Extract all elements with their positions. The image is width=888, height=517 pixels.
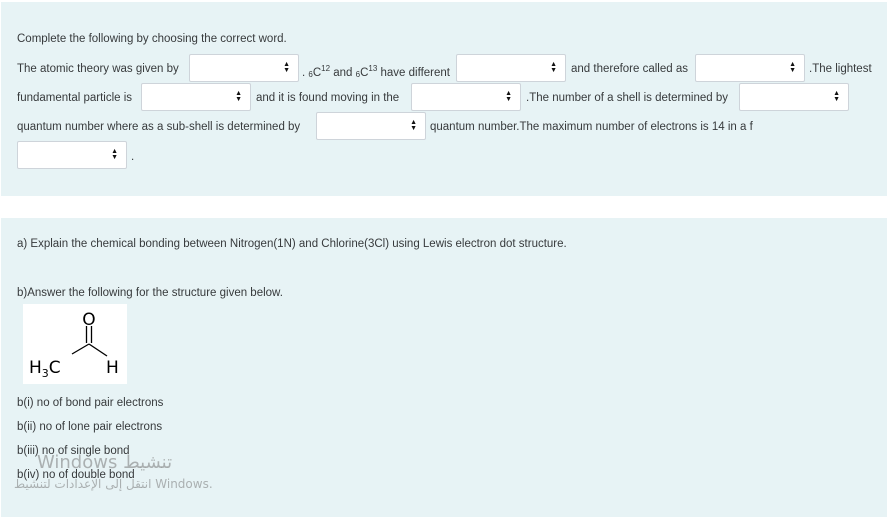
select-arrows-icon: ▲ ▼ bbox=[550, 61, 557, 74]
select-arrows-icon: ▲ ▼ bbox=[789, 61, 796, 74]
dropdown-1[interactable]: ▲ ▼ bbox=[189, 54, 299, 82]
methyl-label: H3C bbox=[29, 358, 61, 380]
dropdown-3[interactable]: ▲ ▼ bbox=[695, 54, 805, 82]
part-a-text: a) Explain the chemical bonding between … bbox=[17, 238, 567, 250]
line2-text-a: fundamental particle is bbox=[17, 92, 133, 104]
select-arrows-icon: ▲ ▼ bbox=[505, 90, 512, 103]
select-arrows-icon: ▲ ▼ bbox=[410, 119, 417, 132]
windows-activation-watermark-subtext: انتقل إلى الإعدادات لتنشيط Windows. bbox=[14, 477, 213, 491]
line1-text-a: The atomic theory was given by bbox=[17, 63, 179, 75]
select-arrows-icon: ▲ ▼ bbox=[283, 61, 290, 74]
line2-text-c: .The number of a shell is determined by bbox=[526, 92, 728, 104]
line1-text-d: .The lightest bbox=[809, 63, 872, 75]
line2-text-b: and it is found moving in the bbox=[256, 92, 400, 104]
select-arrows-icon: ▲ ▼ bbox=[111, 148, 118, 161]
subpart-2: b(ii) no of lone pair electrons bbox=[17, 421, 163, 433]
dropdown-6[interactable]: ▲ ▼ bbox=[739, 83, 849, 111]
dropdown-5[interactable]: ▲ ▼ bbox=[411, 83, 521, 111]
select-arrows-icon: ▲ ▼ bbox=[833, 90, 840, 103]
select-arrows-icon: ▲ ▼ bbox=[235, 90, 242, 103]
dropdown-7[interactable]: ▲ ▼ bbox=[316, 112, 426, 140]
instruction-text: Complete the following by choosing the c… bbox=[17, 33, 287, 45]
part-b-text: b)Answer the following for the structure… bbox=[17, 287, 283, 299]
line3-text-b: quantum number.The maximum number of ele… bbox=[430, 121, 753, 133]
dropdown-4[interactable]: ▲ ▼ bbox=[141, 83, 251, 111]
line1-text-c: and therefore called as bbox=[571, 63, 688, 75]
hydrogen-label: H bbox=[106, 358, 119, 378]
dropdown-8[interactable]: ▲ ▼ bbox=[17, 141, 127, 169]
line4-end: . bbox=[131, 151, 135, 163]
subpart-1: b(i) no of bond pair electrons bbox=[17, 397, 164, 409]
line3-text-a: quantum number where as a sub-shell is d… bbox=[17, 121, 301, 133]
oxygen-label: O bbox=[82, 310, 95, 330]
windows-activation-watermark: Windows تنشيط bbox=[37, 452, 173, 473]
acetaldehyde-structure-image: O H3C H bbox=[23, 304, 127, 384]
structure-drawing: O H3C H bbox=[29, 310, 119, 380]
dropdown-2[interactable]: ▲ ▼ bbox=[456, 54, 566, 82]
line1-text-b: . 6C12 and 6C13 have different bbox=[302, 64, 450, 79]
